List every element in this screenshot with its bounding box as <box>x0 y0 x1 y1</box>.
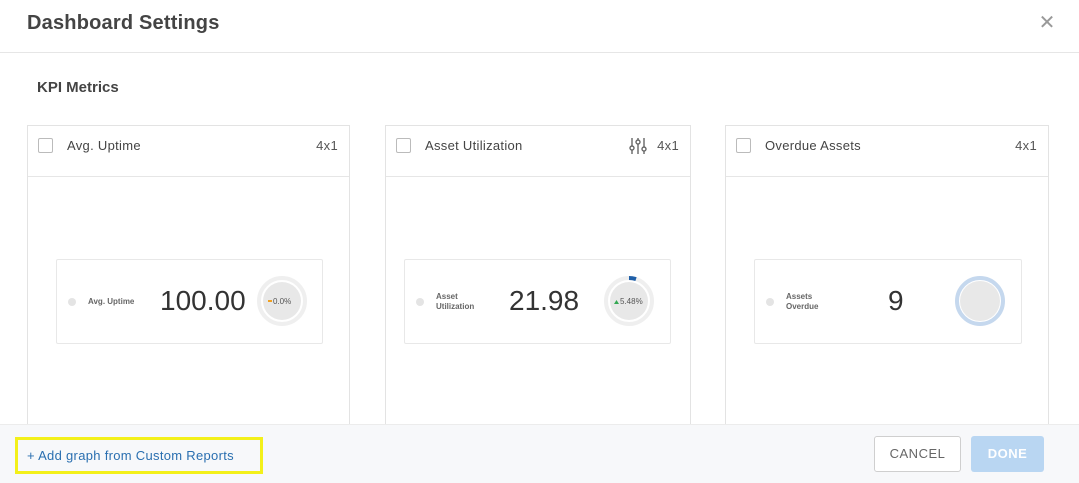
kpi-card-avg-uptime: Avg. Uptime 4x1 Avg. Uptime 100.00 0.0% <box>27 125 350 435</box>
settings-sliders-icon[interactable] <box>628 136 648 156</box>
status-dot <box>416 298 424 306</box>
kpi-label: Asset Utilization <box>436 292 475 311</box>
status-dot <box>68 298 76 306</box>
dialog-header: Dashboard Settings ✕ <box>0 0 1079 53</box>
section-title: KPI Metrics <box>37 79 119 96</box>
change-indicator-icon <box>268 300 272 302</box>
kpi-card-asset-utilization: Asset Utilization 4x1 Asset Utilization … <box>385 125 691 435</box>
close-icon[interactable]: ✕ <box>1038 13 1056 33</box>
card-label: Asset Utilization <box>425 138 523 153</box>
card-header: Asset Utilization 4x1 <box>386 126 690 177</box>
change-value: 5.48% <box>620 297 643 306</box>
kpi-label: Assets Overdue <box>786 292 819 311</box>
card-label: Overdue Assets <box>765 138 861 153</box>
kpi-value: 100.00 <box>160 285 246 316</box>
kpi-value: 9 <box>888 285 904 316</box>
change-ring: 0.0% <box>257 276 307 326</box>
kpi-preview: Avg. Uptime 100.00 0.0% <box>56 259 323 344</box>
change-ring <box>955 276 1005 326</box>
cancel-button[interactable]: CANCEL <box>874 436 961 472</box>
kpi-value: 21.98 <box>509 285 580 316</box>
card-size: 4x1 <box>657 138 679 153</box>
card-size: 4x1 <box>1015 138 1037 153</box>
kpi-card-overdue-assets: Overdue Assets 4x1 Assets Overdue 9 <box>725 125 1049 435</box>
kpi-preview: Asset Utilization 21.98 5.48% <box>404 259 671 344</box>
card-header: Overdue Assets 4x1 <box>726 126 1048 177</box>
dialog-title: Dashboard Settings <box>27 12 220 34</box>
add-graph-link[interactable]: + Add graph from Custom Reports <box>15 437 263 474</box>
kpi-preview: Assets Overdue 9 <box>754 259 1022 344</box>
kpi-label: Avg. Uptime <box>88 297 135 306</box>
card-header: Avg. Uptime 4x1 <box>28 126 349 177</box>
status-dot <box>766 298 774 306</box>
card-checkbox[interactable] <box>396 138 411 153</box>
card-checkbox[interactable] <box>38 138 53 153</box>
card-checkbox[interactable] <box>736 138 751 153</box>
card-size: 4x1 <box>316 138 338 153</box>
done-button[interactable]: DONE <box>971 436 1044 472</box>
change-ring: 5.48% <box>604 276 654 326</box>
change-value: 0.0% <box>273 297 291 306</box>
card-label: Avg. Uptime <box>67 138 141 153</box>
